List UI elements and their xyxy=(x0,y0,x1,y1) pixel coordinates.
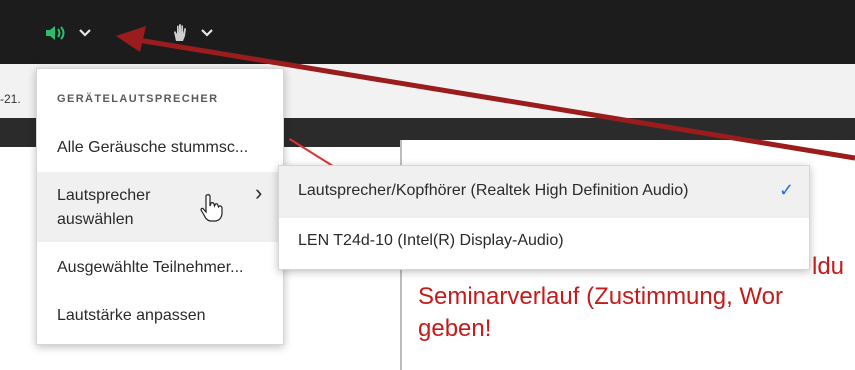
menu-item-select-speaker[interactable]: Lautsprecher auswählen › xyxy=(37,172,283,242)
top-toolbar xyxy=(0,0,855,64)
menu-item-selected-participants[interactable]: Ausgewählte Teilnehmer... xyxy=(37,244,283,294)
chevron-down-icon xyxy=(201,29,213,37)
submenu-item-label: Lautsprecher/Kopfhörer (Realtek High Def… xyxy=(298,182,689,199)
menu-item-label: Lautsprecher auswählen xyxy=(57,187,151,228)
slide-text-line-3: geben! xyxy=(418,315,492,342)
chevron-right-icon: › xyxy=(255,180,263,205)
raise-hand-icon xyxy=(174,24,186,41)
submenu-item-realtek[interactable]: Lautsprecher/Kopfhörer (Realtek High Def… xyxy=(279,166,809,218)
submenu-item-label: LEN T24d-10 (Intel(R) Display-Audio) xyxy=(298,232,564,249)
hand-pointer-cursor-icon xyxy=(200,194,223,222)
slide-text-line-1: ldu xyxy=(812,253,845,280)
menu-item-label: Alle Geräusche stummsc... xyxy=(57,139,249,156)
speaker-volume-icon xyxy=(46,26,65,40)
audio-menu-button[interactable] xyxy=(44,22,92,44)
menu-item-label: Lautstärke anpassen xyxy=(57,307,206,324)
menu-item-adjust-volume[interactable]: Lautstärke anpassen xyxy=(37,295,283,341)
checkmark-icon: ✓ xyxy=(779,180,795,200)
menu-item-mute-all[interactable]: Alle Geräusche stummsc... xyxy=(37,125,283,171)
raise-hand-button[interactable] xyxy=(170,22,214,44)
submenu-item-len-display[interactable]: LEN T24d-10 (Intel(R) Display-Audio) xyxy=(279,218,809,270)
speaker-dropdown-menu: GERÄTELAUTSPRECHER Alle Geräusche stumms… xyxy=(36,68,284,345)
partial-label: -21. xyxy=(0,92,21,106)
menu-item-label: Ausgewählte Teilnehmer... xyxy=(57,259,244,276)
menu-header: GERÄTELAUTSPRECHER xyxy=(57,93,219,105)
chevron-down-icon xyxy=(79,29,91,37)
slide-text-line-2: Seminarverlauf (Zustimmung, Wor xyxy=(418,283,783,310)
speaker-submenu: Lautsprecher/Kopfhörer (Realtek High Def… xyxy=(278,165,810,270)
